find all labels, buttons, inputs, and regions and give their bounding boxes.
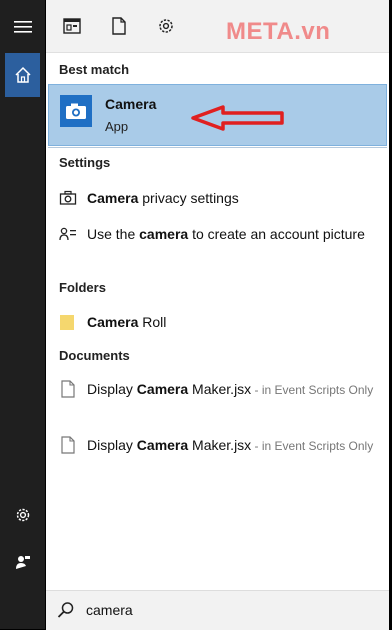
result-label: Use the camera to create an account pict… xyxy=(87,226,365,242)
section-best-match: Best match xyxy=(59,62,130,77)
section-settings: Settings xyxy=(59,155,111,170)
user-button[interactable] xyxy=(5,541,40,583)
folder-icon xyxy=(60,315,74,330)
settings-button[interactable] xyxy=(5,494,40,536)
start-search-window: META.vn Best match Camera App Settings C… xyxy=(0,0,392,630)
left-rail xyxy=(0,0,45,629)
camera-icon xyxy=(66,103,86,119)
file-icon xyxy=(112,17,126,35)
result-label: Camera Roll xyxy=(87,314,167,330)
watermark-logo: META.vn xyxy=(226,18,331,45)
gear-icon xyxy=(159,19,173,33)
arrow-annotation-icon xyxy=(191,105,284,131)
apps-filter-button[interactable] xyxy=(61,15,83,37)
best-match-result[interactable]: Camera App xyxy=(48,84,387,146)
section-folders: Folders xyxy=(59,280,106,295)
search-icon xyxy=(57,602,74,618)
best-match-subtitle: App xyxy=(105,119,129,134)
result-label: Display Camera Maker.jsx - in Event Scri… xyxy=(87,381,374,397)
result-label: Display Camera Maker.jsx - in Event Scri… xyxy=(87,437,374,453)
gear-icon xyxy=(16,508,29,522)
settings-result-camera-privacy[interactable]: Camera privacy settings xyxy=(59,188,379,210)
document-result[interactable]: Display Camera Maker.jsx - in Event Scri… xyxy=(59,379,379,423)
search-box[interactable] xyxy=(46,590,389,630)
settings-result-account-picture[interactable]: Use the camera to create an account pict… xyxy=(59,224,379,268)
result-label: Camera privacy settings xyxy=(87,190,239,206)
home-icon xyxy=(14,66,31,83)
search-results: Best match Camera App Settings Camera pr… xyxy=(46,53,389,593)
folder-result-camera-roll[interactable]: Camera Roll xyxy=(59,312,379,334)
hamburger-menu-icon xyxy=(13,21,32,33)
file-icon xyxy=(61,380,75,398)
best-match-title: Camera xyxy=(105,96,157,112)
menu-button[interactable] xyxy=(5,6,40,48)
file-icon xyxy=(61,436,75,454)
home-button[interactable] xyxy=(5,53,40,97)
camera-app-tile xyxy=(60,95,92,127)
filter-toolbar: META.vn xyxy=(46,0,389,53)
user-icon xyxy=(15,556,30,569)
search-input[interactable] xyxy=(86,600,366,620)
search-panel: META.vn Best match Camera App Settings C… xyxy=(46,0,389,630)
account-picture-icon xyxy=(59,227,76,241)
camera-icon xyxy=(59,190,77,205)
document-result[interactable]: Display Camera Maker.jsx - in Event Scri… xyxy=(59,435,379,479)
settings-filter-button[interactable] xyxy=(155,15,177,37)
documents-filter-button[interactable] xyxy=(108,15,130,37)
section-documents: Documents xyxy=(59,348,130,363)
document-view-icon xyxy=(63,18,81,34)
divider xyxy=(48,147,387,148)
